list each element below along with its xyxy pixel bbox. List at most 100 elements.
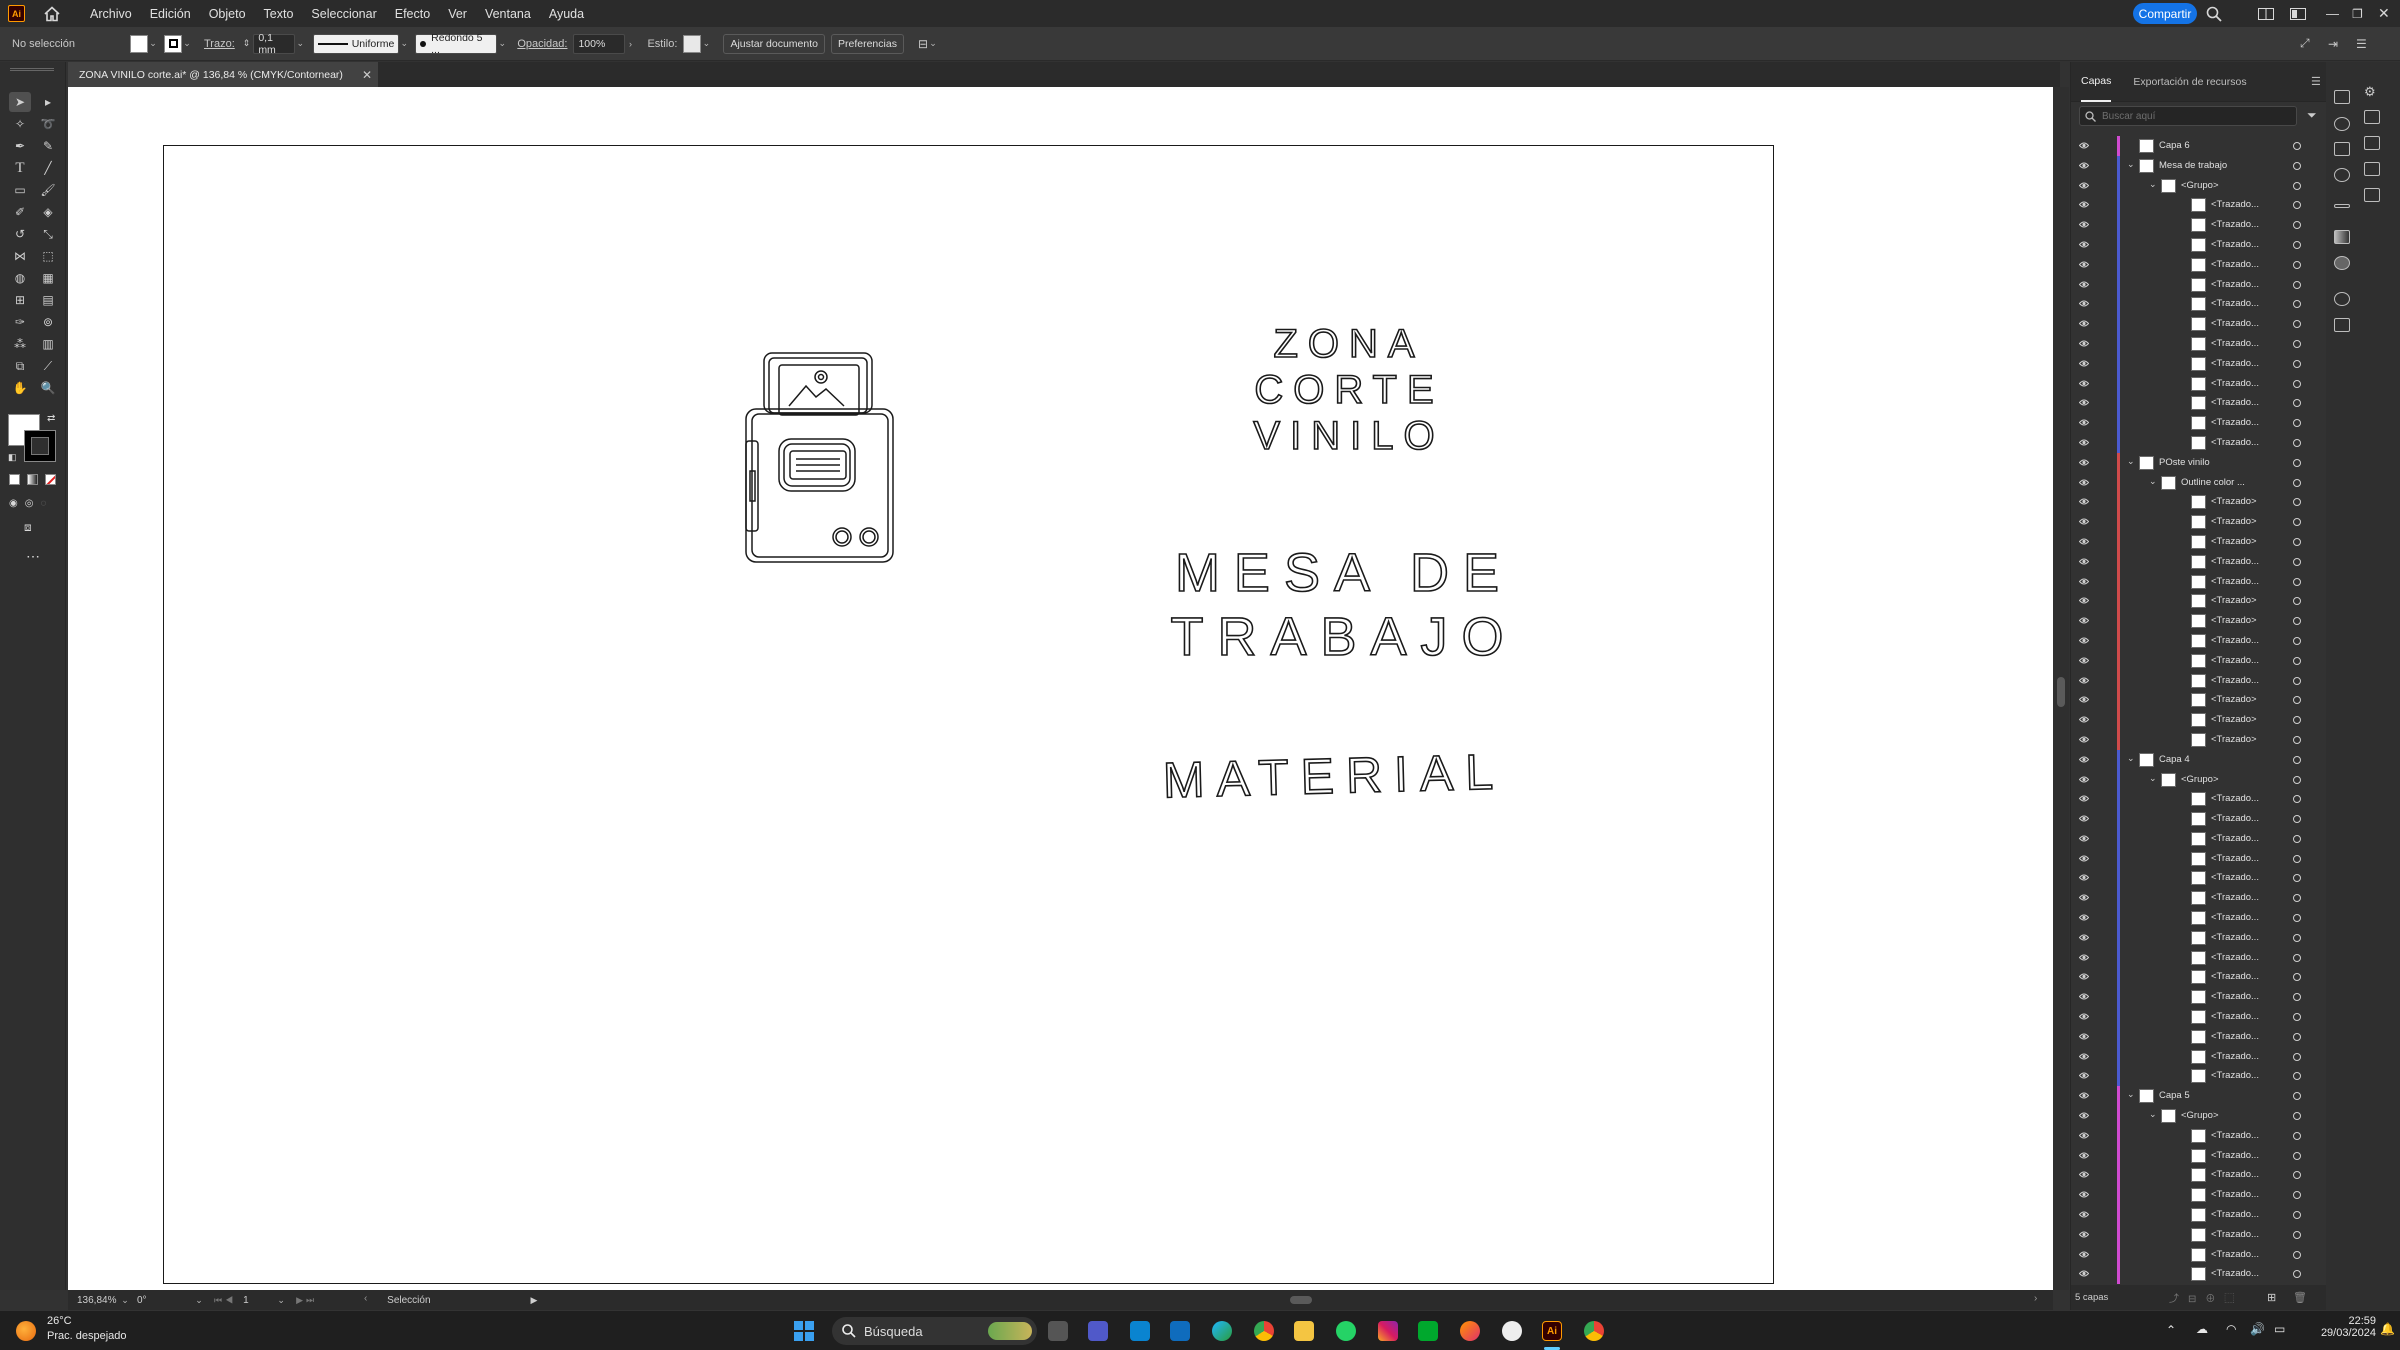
visibility-eye-icon[interactable] (2079, 1230, 2089, 1239)
visibility-eye-icon[interactable] (2079, 339, 2089, 348)
layer-name[interactable]: Capa 4 (2159, 754, 2190, 765)
layer-name[interactable]: <Trazado... (2211, 1268, 2259, 1279)
target-circle-icon[interactable] (2293, 933, 2301, 942)
chevron-down-icon[interactable]: ⌄ (2149, 476, 2157, 487)
weather-desc[interactable]: Prac. despejado (47, 1330, 127, 1342)
menu-item-ventana[interactable]: Ventana (476, 7, 540, 21)
target-circle-icon[interactable] (2293, 1230, 2301, 1239)
layer-name[interactable]: <Trazado... (2211, 576, 2259, 587)
chevron-down-icon[interactable]: ⌄ (2149, 773, 2157, 784)
layer-row[interactable]: Capa 6 (2071, 136, 2327, 156)
visibility-eye-icon[interactable] (2079, 497, 2089, 506)
layer-name[interactable]: Capa 6 (2159, 140, 2190, 151)
sublayer-row[interactable]: <Trazado... (2071, 947, 2327, 968)
evernote-icon[interactable] (1418, 1321, 1438, 1341)
free-transform-tool-icon[interactable]: ⬚ (37, 246, 59, 266)
direct-selection-tool-icon[interactable]: ▸ (37, 92, 59, 112)
target-circle-icon[interactable] (2293, 577, 2301, 586)
layer-name[interactable]: <Trazado... (2211, 932, 2259, 943)
zoom-tool-icon[interactable]: 🔍 (37, 378, 59, 398)
layer-name[interactable]: <Trazado> (2211, 516, 2257, 527)
panel-menu-icon[interactable]: ☰ (2311, 75, 2321, 88)
visibility-eye-icon[interactable] (2079, 972, 2089, 981)
visibility-eye-icon[interactable] (2079, 1190, 2089, 1199)
visibility-eye-icon[interactable] (2079, 1269, 2089, 1278)
layer-name[interactable]: <Trazado... (2211, 1031, 2259, 1042)
sublayer-row[interactable]: <Trazado... (2071, 274, 2327, 295)
perspective-grid-tool-icon[interactable]: ▦ (37, 268, 59, 288)
target-circle-icon[interactable] (2293, 240, 2301, 249)
gradient-mode-icon[interactable] (27, 474, 38, 485)
filter-icon[interactable]: ⏷ (2307, 108, 2317, 123)
layer-name[interactable]: <Trazado... (2211, 239, 2259, 250)
new-layer-icon[interactable]: ⊞ (2267, 1291, 2276, 1304)
target-circle-icon[interactable] (2293, 1171, 2301, 1180)
appearance-panel-icon[interactable] (2334, 292, 2350, 306)
chevron-down-icon[interactable]: ⌄ (295, 38, 305, 49)
sublayer-row[interactable]: <Trazado... (2071, 314, 2327, 334)
visibility-eye-icon[interactable] (2079, 1151, 2089, 1160)
layer-name[interactable]: <Trazado... (2211, 298, 2259, 309)
sublayer-row[interactable]: ⌄ Outline color ... (2071, 472, 2327, 493)
graphic-style-swatch[interactable] (683, 34, 702, 53)
screen-mode-icon[interactable]: ⧈ (24, 520, 32, 535)
target-circle-icon[interactable] (2293, 1211, 2301, 1220)
visibility-eye-icon[interactable] (2079, 379, 2089, 388)
target-circle-icon[interactable] (2293, 834, 2301, 843)
zona-corte-vinilo-title[interactable]: ZONA CORTE VINILO (1249, 321, 1449, 459)
chrome-icon[interactable] (1254, 1321, 1274, 1341)
sublayer-row[interactable]: <Trazado... (2071, 353, 2327, 374)
align-icon[interactable]: ⊟ (918, 37, 928, 51)
sublayer-row[interactable]: <Trazado... (2071, 432, 2327, 453)
sublayer-row[interactable]: <Trazado... (2071, 908, 2327, 928)
sublayer-row[interactable]: <Trazado... (2071, 294, 2327, 315)
sublayer-row[interactable]: <Trazado... (2071, 571, 2327, 592)
chevron-down-icon[interactable]: ⌄ (497, 38, 507, 49)
mail-icon[interactable] (1170, 1321, 1190, 1341)
stroke-color-swatch[interactable] (24, 430, 56, 462)
selection-tool-icon[interactable]: ➤ (9, 92, 31, 112)
slice-tool-icon[interactable]: ⟋ (37, 356, 59, 376)
gradient-tool-icon[interactable]: ▤ (37, 290, 59, 310)
target-circle-icon[interactable] (2293, 993, 2301, 1002)
weather-temp[interactable]: 26°C (47, 1315, 72, 1327)
color-panel-icon[interactable] (2334, 168, 2350, 182)
stroke-label[interactable]: Trazo: (204, 38, 235, 50)
sublayer-row[interactable]: <Trazado> (2071, 512, 2327, 532)
target-circle-icon[interactable] (2293, 1191, 2301, 1200)
target-circle-icon[interactable] (2293, 1092, 2301, 1101)
visibility-eye-icon[interactable] (2079, 913, 2089, 922)
vertical-scrollbar[interactable] (2053, 87, 2069, 1290)
layer-name[interactable]: <Trazado... (2211, 675, 2259, 686)
visibility-eye-icon[interactable] (2079, 616, 2089, 625)
visibility-eye-icon[interactable] (2079, 1052, 2089, 1061)
sublayer-row[interactable]: <Trazado... (2071, 809, 2327, 829)
workspace-icon[interactable] (2258, 0, 2274, 27)
layer-name[interactable]: <Grupo> (2181, 180, 2219, 191)
visibility-eye-icon[interactable] (2079, 260, 2089, 269)
symbols-icon[interactable] (2364, 188, 2380, 202)
menu-item-edición[interactable]: Edición (141, 7, 200, 21)
target-circle-icon[interactable] (2293, 1032, 2301, 1041)
clock[interactable]: 22:59 29/03/2024 (2320, 1315, 2376, 1339)
firefox-icon[interactable] (1460, 1321, 1480, 1341)
layer-name[interactable]: <Trazado... (2211, 853, 2259, 864)
preferences-button[interactable]: Preferencias (831, 33, 904, 54)
target-circle-icon[interactable] (2293, 894, 2301, 903)
target-circle-icon[interactable] (2293, 854, 2301, 863)
chevron-up-icon[interactable]: ⌃ (2166, 1323, 2176, 1337)
teams-icon[interactable] (1088, 1321, 1108, 1341)
volume-icon[interactable]: 🔊 (2250, 1322, 2265, 1336)
chevron-down-icon[interactable]: ⌄ (148, 38, 158, 49)
target-circle-icon[interactable] (2293, 636, 2301, 645)
lasso-tool-icon[interactable]: ➰ (37, 114, 59, 134)
opacity-label[interactable]: Opacidad: (517, 38, 567, 50)
home-icon[interactable] (43, 5, 61, 23)
layer-name[interactable]: <Trazado... (2211, 556, 2259, 567)
layer-name[interactable]: <Trazado> (2211, 536, 2257, 547)
sublayer-row[interactable]: <Trazado... (2071, 413, 2327, 433)
visibility-eye-icon[interactable] (2079, 1032, 2089, 1041)
windows-start-icon[interactable] (794, 1321, 814, 1341)
menu-item-seleccionar[interactable]: Seleccionar (302, 7, 385, 21)
layers-search-input[interactable]: Buscar aquí (2079, 106, 2297, 126)
